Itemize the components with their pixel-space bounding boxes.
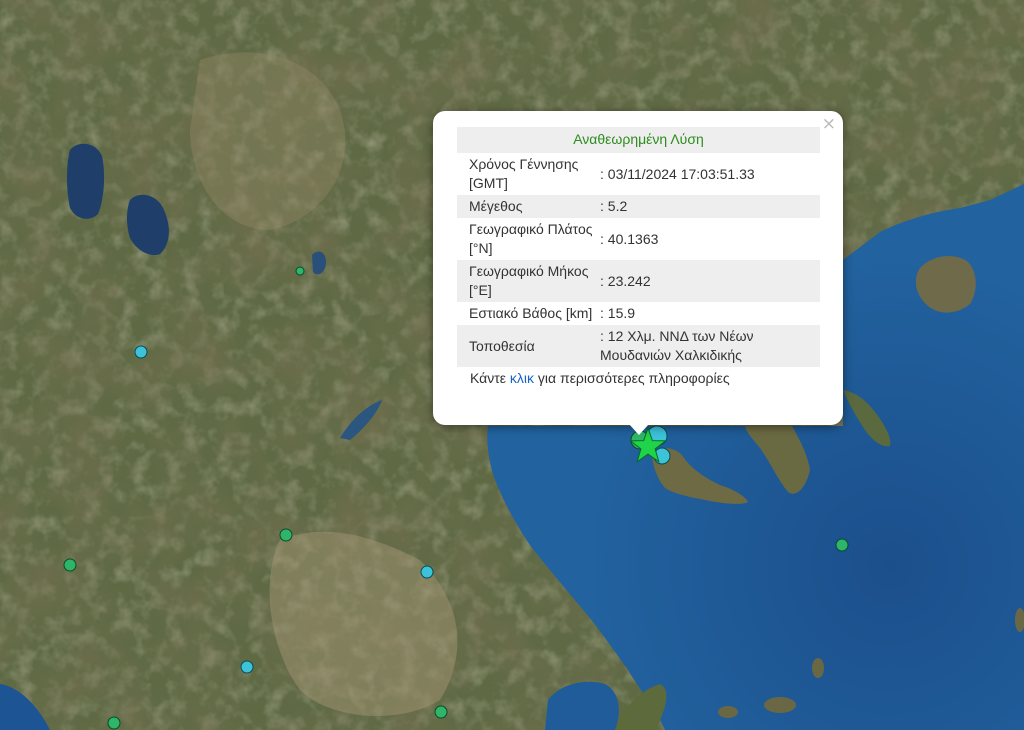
row-value: : 15.9 bbox=[600, 305, 636, 321]
islet bbox=[718, 706, 738, 718]
close-icon[interactable]: × bbox=[822, 114, 836, 134]
table-row: Γεωγραφικό Πλάτος [°N] : 40.1363 bbox=[457, 218, 820, 260]
more-info-link[interactable]: κλικ bbox=[510, 370, 534, 386]
islet bbox=[764, 697, 796, 713]
lake-ohrid bbox=[67, 143, 105, 219]
circle-icon[interactable] bbox=[835, 538, 849, 552]
row-label: Γεωγραφικό Πλάτος [°N] bbox=[469, 221, 593, 256]
row-label: Γεωγραφικό Μήκος [°E] bbox=[457, 260, 597, 302]
event-details-table: Αναθεωρημένη Λύση Χρόνος Γέννησης [GMT] … bbox=[457, 127, 820, 367]
row-label: Χρόνος Γέννησης [GMT] bbox=[469, 156, 579, 191]
earthquake-info-popup: × Αναθεωρημένη Λύση Χρόνος Γέννησης [GMT… bbox=[433, 111, 843, 435]
table-row: Χρόνος Γέννησης [GMT] : 03/11/2024 17:03… bbox=[457, 153, 820, 195]
circle-icon[interactable] bbox=[434, 705, 448, 719]
circle-icon[interactable] bbox=[295, 266, 305, 276]
table-row: Γεωγραφικό Μήκος [°E] : 23.242 bbox=[457, 260, 820, 302]
circle-icon[interactable] bbox=[279, 528, 293, 542]
table-row: Τοποθεσία : 12 Χλμ. ΝΝΔ των Νέων Μουδανι… bbox=[457, 325, 820, 367]
popup-title-row: Αναθεωρημένη Λύση bbox=[457, 127, 820, 153]
row-label: Μέγεθος bbox=[457, 195, 597, 218]
islet bbox=[812, 658, 824, 678]
footer-suffix: για περισσότερες πληροφορίες bbox=[534, 370, 730, 386]
row-value: : 23.242 bbox=[597, 260, 820, 302]
circle-icon[interactable] bbox=[107, 716, 121, 730]
footer-prefix: Κάντε bbox=[470, 370, 510, 386]
row-value: : 12 Χλμ. ΝΝΔ των Νέων Μουδανιών Χαλκιδι… bbox=[597, 325, 820, 367]
row-value: : 03/11/2024 17:03:51.33 bbox=[600, 165, 755, 182]
circle-icon[interactable] bbox=[63, 558, 77, 572]
circle-icon[interactable] bbox=[134, 345, 148, 359]
row-label: Τοποθεσία bbox=[457, 325, 597, 367]
more-info-text: Κάντε κλικ για περισσότερες πληροφορίες bbox=[457, 367, 819, 386]
popup-title: Αναθεωρημένη Λύση bbox=[457, 127, 820, 153]
circle-icon[interactable] bbox=[240, 660, 254, 674]
table-row: Εστιακό Βάθος [km] : 15.9 bbox=[457, 302, 820, 325]
row-value: : 5.2 bbox=[597, 195, 820, 218]
row-label: Εστιακό Βάθος [km] bbox=[469, 305, 593, 321]
table-row: Μέγεθος : 5.2 bbox=[457, 195, 820, 218]
row-value: : 40.1363 bbox=[600, 230, 659, 247]
circle-icon[interactable] bbox=[420, 565, 434, 579]
